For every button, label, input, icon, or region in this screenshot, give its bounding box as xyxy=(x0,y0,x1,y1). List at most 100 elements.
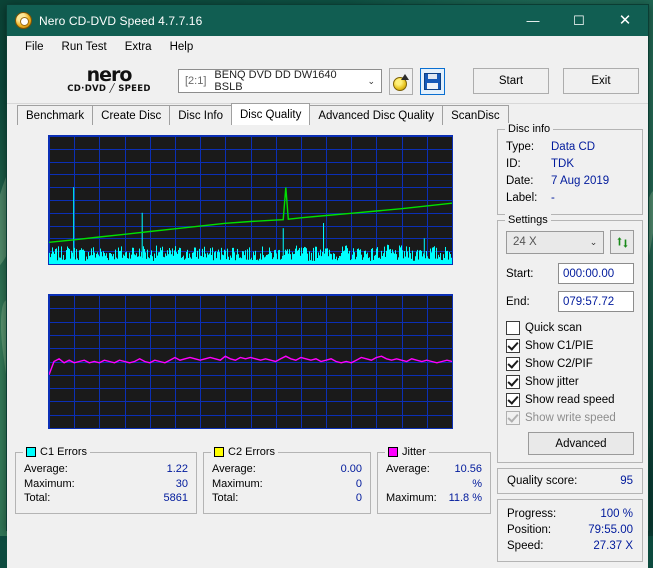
tab-benchmark[interactable]: Benchmark xyxy=(17,105,93,125)
c1-errors-title: C1 Errors xyxy=(40,446,87,458)
chevron-down-icon: ⌄ xyxy=(586,237,601,248)
c2-average-label: Average: xyxy=(212,462,274,477)
c1-maximum-label: Maximum: xyxy=(24,477,86,492)
grid-line-vertical xyxy=(452,136,453,264)
disc-info-legend: Disc info xyxy=(505,123,553,135)
save-button[interactable] xyxy=(420,68,445,95)
tab-create-disc[interactable]: Create Disc xyxy=(92,105,170,125)
checkbox-show-c2-pif[interactable]: Show C2/PIF xyxy=(506,355,634,373)
c2-average-row: Average: 0.00 xyxy=(212,462,362,477)
jitter-color-swatch xyxy=(388,447,398,457)
c2-errors-title: C2 Errors xyxy=(228,446,275,458)
advanced-button[interactable]: Advanced xyxy=(528,432,634,455)
minimize-button[interactable]: — xyxy=(510,5,556,36)
grid-line-vertical xyxy=(452,295,453,428)
quality-score-label: Quality score: xyxy=(507,475,577,487)
jitter-chart: 2468104812162001020304050607080 xyxy=(15,288,491,448)
title-bar: Nero CD-DVD Speed 4.7.7.16 — ☐ ✕ xyxy=(7,5,648,36)
checkbox-quick-scan[interactable]: Quick scan xyxy=(506,319,634,337)
jitter-title: Jitter xyxy=(402,446,426,458)
c2-maximum-value: 0 xyxy=(274,477,362,492)
checkbox-show-c1-pie[interactable]: Show C1/PIE xyxy=(506,337,634,355)
drive-name: BENQ DVD DD DW1640 BSLB xyxy=(214,69,364,93)
end-input[interactable]: 079:57.72 xyxy=(558,291,634,312)
logo-line-2: CD·DVD ╱ SPEED xyxy=(40,83,178,95)
c1-total-row: Total: 5861 xyxy=(24,491,188,506)
maximize-button[interactable]: ☐ xyxy=(556,5,602,36)
refresh-button[interactable] xyxy=(610,230,634,254)
tab-disc-quality[interactable]: Disc Quality xyxy=(231,103,310,125)
checkbox-show-read-speed[interactable]: Show read speed xyxy=(506,391,634,409)
disc-date-row: Date: 7 Aug 2019 xyxy=(506,173,634,190)
speed-value-status: 27.37 X xyxy=(565,538,633,554)
save-floppy-icon xyxy=(424,73,441,90)
speed-value: 24 X xyxy=(513,236,537,248)
c1-total-label: Total: xyxy=(24,491,86,506)
progress-panel: Progress: 100 % Position: 79:55.00 Speed… xyxy=(497,499,643,562)
disc-type-label: Type: xyxy=(506,139,551,156)
nero-logo: nero CD·DVD ╱ SPEED xyxy=(16,68,178,95)
disc-type-value: Data CD xyxy=(551,139,595,156)
quality-score-panel: Quality score: 95 xyxy=(497,468,643,494)
checkbox-show-write-speed: Show write speed xyxy=(506,409,634,427)
drive-select[interactable]: [2:1] BENQ DVD DD DW1640 BSLB ⌄ xyxy=(178,69,382,93)
menu-extra[interactable]: Extra xyxy=(116,39,161,55)
close-button[interactable]: ✕ xyxy=(602,5,648,36)
checkbox-label: Show jitter xyxy=(525,376,579,388)
checkbox-box xyxy=(506,393,520,407)
c2-maximum-row: Maximum: 0 xyxy=(212,477,362,492)
c2-errors-legend: C2 Errors xyxy=(211,446,278,458)
disc-id-row: ID: TDK xyxy=(506,156,634,173)
speed-row: 24 X ⌄ xyxy=(506,230,634,254)
menu-file[interactable]: File xyxy=(16,39,53,55)
toolbar: nero CD·DVD ╱ SPEED [2:1] BENQ DVD DD DW… xyxy=(7,59,648,104)
eject-button[interactable] xyxy=(389,68,414,95)
c2-color-swatch xyxy=(214,447,224,457)
disc-id-value: TDK xyxy=(551,156,574,173)
disc-label-label: Label: xyxy=(506,190,551,207)
start-button[interactable]: Start xyxy=(473,68,549,94)
logo-line-1: nero xyxy=(40,68,178,83)
tab-disc-info[interactable]: Disc Info xyxy=(169,105,232,125)
window-title: Nero CD-DVD Speed 4.7.7.16 xyxy=(39,14,202,28)
disc-date-value: 7 Aug 2019 xyxy=(551,173,609,190)
jitter-group: Jitter Average: 10.56 % Maximum: 11.8 % xyxy=(377,452,491,514)
jitter-average-value: 10.56 % xyxy=(448,462,482,491)
tab-advanced-disc-quality[interactable]: Advanced Disc Quality xyxy=(309,105,443,125)
c1-errors-group: C1 Errors Average: 1.22 Maximum: 30 Tota… xyxy=(15,452,197,514)
start-label: Start: xyxy=(506,268,558,280)
speed-row-status: Speed: 27.37 X xyxy=(507,538,633,554)
menu-bar: File Run Test Extra Help xyxy=(7,36,648,59)
c1-error-spikes xyxy=(49,187,452,264)
nero-disc-icon xyxy=(15,12,32,29)
side-panel: Disc info Type: Data CD ID: TDK Date: 7 … xyxy=(497,129,643,562)
c1-average-row: Average: 1.22 xyxy=(24,462,188,477)
jitter-maximum-value: 11.8 % xyxy=(448,491,482,506)
drive-index: [2:1] xyxy=(185,75,206,87)
jitter-plot-area: 2468104812162001020304050607080 xyxy=(48,294,453,429)
speed-label: Speed: xyxy=(507,538,565,554)
tab-scandisc[interactable]: ScanDisc xyxy=(442,105,509,125)
menu-run-test[interactable]: Run Test xyxy=(53,39,116,55)
speed-select[interactable]: 24 X ⌄ xyxy=(506,231,604,254)
c1-maximum-row: Maximum: 30 xyxy=(24,477,188,492)
c1-error-chart: 1020304050816243240485601020304050607080 xyxy=(15,129,491,284)
end-label: End: xyxy=(506,296,558,308)
checkbox-show-jitter[interactable]: Show jitter xyxy=(506,373,634,391)
start-input[interactable]: 000:00.00 xyxy=(558,263,634,284)
disc-type-row: Type: Data CD xyxy=(506,139,634,156)
c1-total-value: 5861 xyxy=(86,491,188,506)
jitter-average-row: Average: 10.56 % xyxy=(386,462,482,491)
disc-label-value: - xyxy=(551,190,555,207)
jitter-average-label: Average: xyxy=(386,462,448,491)
statistics-row: C1 Errors Average: 1.22 Maximum: 30 Tota… xyxy=(15,452,491,514)
series-line xyxy=(49,187,452,242)
tab-content-disc-quality: 1020304050816243240485601020304050607080… xyxy=(7,124,648,568)
disc-label-row: Label: - xyxy=(506,190,634,207)
checkbox-label: Show C2/PIF xyxy=(525,358,593,370)
menu-help[interactable]: Help xyxy=(161,39,203,55)
window-controls: — ☐ ✕ xyxy=(510,5,648,36)
exit-button[interactable]: Exit xyxy=(563,68,639,94)
progress-value: 100 % xyxy=(565,506,633,522)
chevron-down-icon[interactable]: ⌄ xyxy=(364,76,379,87)
